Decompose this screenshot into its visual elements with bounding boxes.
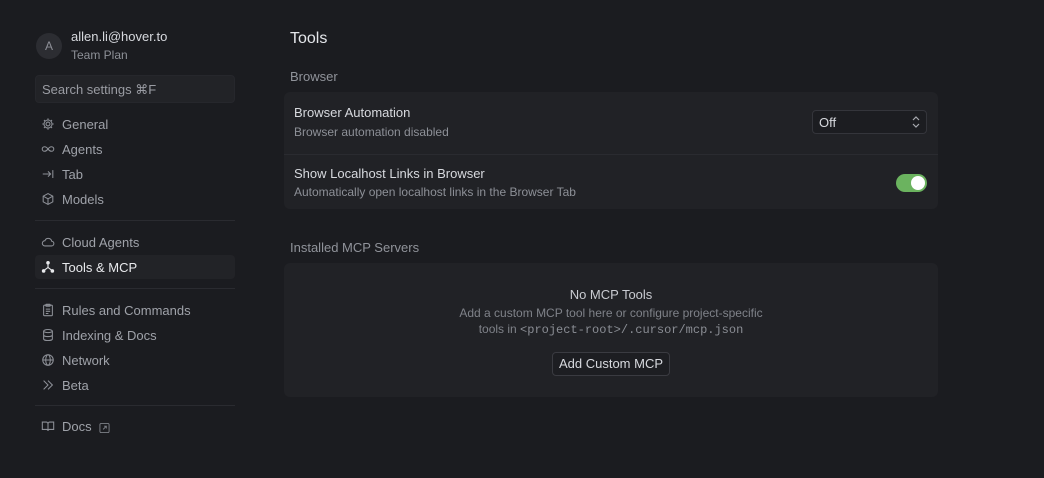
browser-automation-select[interactable]: Off [812,110,927,134]
cloud-icon [41,235,55,249]
empty-description-prefix: tools in [478,322,521,336]
sidebar-item-docs[interactable]: Docs [35,414,235,438]
avatar[interactable]: A [36,33,62,59]
localhost-links-toggle[interactable] [896,174,927,192]
sidebar-item-tools-mcp[interactable]: Tools & MCP [35,255,235,279]
localhost-links-subtitle: Automatically open localhost links in th… [294,185,576,199]
toggle-knob [911,176,925,190]
sidebar-item-label: Tab [62,166,83,182]
sidebar-divider [35,288,235,289]
settings-sidebar: A allen.li@hover.to Team Plan General Ag… [0,0,262,478]
mcp-servers-card: No MCP Tools Add a custom MCP tool here … [284,263,938,397]
sidebar-item-label: Docs [62,418,92,434]
mcp-section-label: Installed MCP Servers [290,240,420,255]
external-link-icon [99,421,110,433]
mcp-empty-state: No MCP Tools Add a custom MCP tool here … [284,287,938,376]
sidebar-item-indexing-docs[interactable]: Indexing & Docs [35,323,235,347]
sidebar-item-rules-commands[interactable]: Rules and Commands [35,298,235,322]
database-icon [41,328,55,342]
account-plan: Team Plan [71,48,128,62]
add-custom-mcp-button[interactable]: Add Custom MCP [551,352,671,376]
account-info: allen.li@hover.to Team Plan [71,28,167,64]
sidebar-item-general[interactable]: General [35,112,235,136]
gear-icon [41,117,55,131]
sidebar-item-beta[interactable]: Beta [35,373,235,397]
browser-settings-card: Browser Automation Browser automation di… [284,92,938,209]
book-icon [41,419,55,433]
sidebar-item-models[interactable]: Models [35,187,235,211]
account-header: A allen.li@hover.to Team Plan [36,28,167,64]
sidebar-item-label: Beta [62,377,89,393]
sidebar-item-label: Cloud Agents [62,234,140,250]
search-settings-field[interactable] [35,75,235,103]
empty-description-line2: tools in <project-root>/.cursor/mcp.json [284,321,938,338]
sidebar-item-label: Tools & MCP [62,259,138,275]
browser-automation-row: Browser Automation Browser automation di… [294,104,928,144]
empty-title: No MCP Tools [569,287,653,302]
search-input[interactable] [42,81,234,97]
browser-section-label: Browser [290,69,338,84]
sidebar-divider [35,220,235,221]
add-button-wrap: Add Custom MCP [284,352,938,376]
sidebar-item-label: General [62,116,109,132]
row-divider [284,154,938,155]
sidebar-item-label: Models [62,191,104,207]
sidebar-item-tab[interactable]: Tab [35,162,235,186]
globe-icon [41,353,55,367]
localhost-links-row: Show Localhost Links in Browser Automati… [294,165,928,201]
sidebar-item-label: Agents [62,141,103,157]
account-email: allen.li@hover.to [71,29,168,44]
localhost-links-title: Show Localhost Links in Browser [294,166,485,181]
sidebar-item-network[interactable]: Network [35,348,235,372]
page-title: Tools [290,30,328,47]
sidebar-item-cloud-agents[interactable]: Cloud Agents [35,230,235,254]
clipboard-icon [41,303,55,317]
infinity-icon [41,142,55,156]
sidebar-item-label: Rules and Commands [62,302,191,318]
sidebar-divider [35,405,235,406]
sidebar-item-label: Indexing & Docs [62,327,157,343]
tools-network-icon [41,260,55,274]
cube-icon [41,192,55,206]
sidebar-item-agents[interactable]: Agents [35,137,235,161]
updown-caret-icon [911,115,921,129]
select-value: Off [819,114,837,130]
empty-description-line1: Add a custom MCP tool here or configure … [459,306,763,320]
mcp-config-path: <project-root>/.cursor/mcp.json [520,323,744,337]
sidebar-item-label: Network [62,352,110,368]
chevrons-right-icon [41,378,55,392]
tab-arrow-icon [41,167,55,181]
settings-window: A allen.li@hover.to Team Plan General Ag… [0,0,1044,478]
